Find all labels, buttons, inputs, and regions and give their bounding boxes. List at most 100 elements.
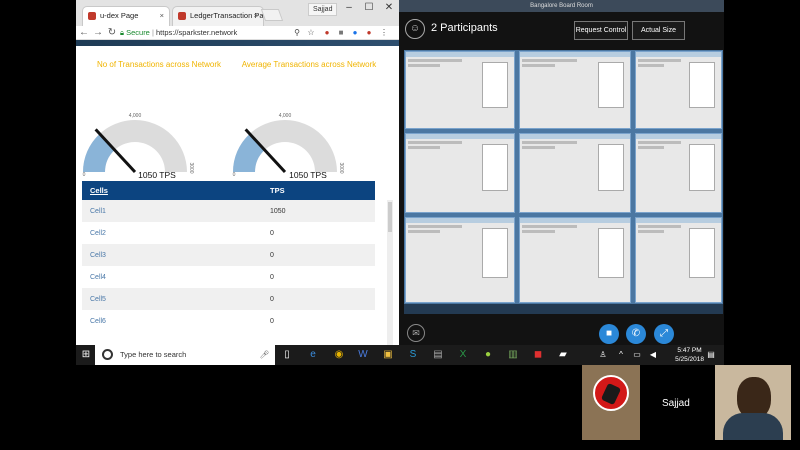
url-text: https://sparkster.network (156, 28, 238, 37)
reload-icon[interactable]: ↻ (106, 26, 118, 40)
close-tab-icon[interactable]: × (254, 7, 258, 25)
meeting-window: Bangalore Board Room ☺ 2 Participants Re… (399, 0, 724, 345)
chevron-up-icon[interactable]: ^ (614, 348, 628, 362)
scrollbar[interactable] (387, 200, 393, 345)
clock-date: 5/25/2018 (675, 356, 704, 363)
table-row[interactable]: Cell6 0 (82, 310, 375, 332)
address-bar[interactable]: 🔒︎ Secure | https://sparkster.network (120, 27, 290, 39)
windows-start-icon[interactable]: ⊞ (79, 348, 93, 362)
microphone-icon[interactable]: 🎤︎ (259, 345, 269, 365)
actual-size-button[interactable]: Actual Size (632, 21, 685, 40)
app-icon[interactable]: ▰ (556, 348, 570, 362)
taskbar: ⊞ Type here to search 🎤︎ ▯ e ◉ W ▣ S ▤ X… (76, 345, 724, 365)
cell-tps: 0 (270, 273, 274, 281)
table-header-row: Cells TPS (82, 181, 375, 200)
cell-name: Cell6 (90, 317, 106, 325)
skype-icon[interactable]: S (406, 348, 420, 362)
task-view-icon[interactable]: ▯ (280, 348, 294, 362)
clock-time: 5:47 PM (677, 347, 702, 354)
column-header-tps[interactable]: TPS (262, 181, 375, 200)
room-title: Bangalore Board Room (399, 0, 724, 12)
word-icon[interactable]: W (356, 348, 370, 362)
phone-button[interactable]: ✆ (626, 324, 646, 344)
shared-taskbar (404, 304, 723, 314)
shared-app-window (635, 51, 722, 129)
extension-icon[interactable]: ■ (336, 28, 346, 38)
chat-icon[interactable]: ✉ (407, 324, 425, 342)
extension-icon[interactable]: ● (322, 28, 332, 38)
scrollbar-thumb[interactable] (388, 202, 392, 232)
gauge-max-label: 4,000 (129, 113, 142, 119)
people-icon[interactable]: ♙ (596, 348, 610, 362)
cell-tps: 1050 (262, 200, 375, 222)
extension-icon[interactable]: ● (350, 28, 360, 38)
participants-icon[interactable]: ☺ (405, 19, 425, 39)
close-window-button[interactable]: ✕ (379, 2, 399, 13)
app-icon[interactable]: ▤ (431, 348, 445, 362)
minimize-button[interactable]: – (339, 2, 359, 13)
close-tab-icon[interactable]: × (160, 7, 164, 25)
cells-table: Cells TPS Cell1 1050 Cell2 0 Cell3 0 Cell4 0 Cel… (82, 181, 375, 332)
secure-label: Secure (126, 28, 150, 37)
notification-icon[interactable]: ▤ (704, 348, 718, 362)
search-placeholder: Type here to search (120, 350, 187, 359)
app-icon[interactable]: ● (481, 348, 495, 362)
column-header-cells[interactable]: Cells (82, 181, 262, 200)
gauge-min-label: 0 (233, 172, 236, 176)
tab-udex[interactable]: u-dex Page × (82, 6, 170, 26)
chrome-icon[interactable]: ◉ (332, 348, 346, 362)
video-camera-button[interactable]: ■ (599, 324, 619, 344)
cell-name: Cell2 (90, 229, 106, 237)
battery-icon[interactable]: ▭ (630, 348, 644, 362)
address-bar-row: ← → ↻ 🔒︎ Secure | https://sparkster.netw… (76, 26, 399, 40)
table-row[interactable]: Cell1 1050 (82, 200, 375, 222)
tab-label: u-dex Page (100, 11, 139, 20)
excel-icon[interactable]: X (456, 348, 470, 362)
cell-tps: 0 (262, 244, 375, 266)
shared-app-window (635, 133, 722, 213)
table-row[interactable]: Cell3 0 (82, 244, 375, 266)
remote-video-tile (715, 365, 791, 440)
file-explorer-icon[interactable]: ▣ (381, 348, 395, 362)
gauge-tps-label: 1050 TPS (138, 170, 176, 180)
logo-icon (593, 375, 629, 411)
cell-name: Cell4 (90, 273, 106, 281)
remote-participant-name: Sajjad (662, 398, 690, 409)
participants-count: 2 Participants (431, 22, 498, 34)
table-row[interactable]: Cell5 0 (82, 288, 375, 310)
gauge-tps-label: 1050 TPS (289, 170, 327, 180)
menu-icon[interactable]: ⋮ (379, 28, 389, 38)
shared-app-window (635, 217, 722, 303)
request-control-button[interactable]: Request Control (574, 21, 628, 40)
cortana-icon (102, 349, 113, 360)
taskbar-search[interactable]: Type here to search 🎤︎ (95, 345, 275, 365)
table-row[interactable]: Cell4 0 (82, 266, 375, 288)
gauge-charts: No of Transactions across Network Averag… (76, 46, 399, 176)
cell-tps: 0 (270, 229, 274, 237)
app-icon[interactable]: ◼ (531, 348, 545, 362)
cell-name: Cell3 (82, 244, 262, 266)
search-icon[interactable]: ⚲ (292, 28, 302, 38)
favicon-icon (178, 12, 186, 20)
profile-name[interactable]: Sajjad (308, 3, 338, 16)
participant-body (723, 413, 783, 440)
shared-app-window (519, 217, 631, 303)
system-clock[interactable]: 5:47 PM 5/25/2018 (675, 346, 704, 364)
cell-name: Cell5 (82, 288, 262, 310)
table-row[interactable]: Cell2 0 (82, 222, 375, 244)
tab-ledger[interactable]: LedgerTransaction Page × (172, 6, 264, 26)
star-icon[interactable]: ☆ (306, 28, 316, 38)
volume-icon[interactable]: ◀ (646, 348, 660, 362)
extension-icon[interactable]: ● (364, 28, 374, 38)
maximize-button[interactable]: ☐ (359, 2, 379, 13)
browser-window: u-dex Page × LedgerTransaction Page × Sa… (76, 0, 399, 345)
share-screen-button[interactable]: ⤢ (654, 324, 674, 344)
app-icon[interactable]: ▥ (506, 348, 520, 362)
edge-icon[interactable]: e (306, 348, 320, 362)
shared-screen[interactable] (404, 50, 723, 314)
forward-arrow-icon[interactable]: → (92, 26, 104, 40)
self-video-tile (582, 365, 640, 440)
tab-bar: u-dex Page × LedgerTransaction Page × Sa… (76, 0, 399, 26)
back-arrow-icon[interactable]: ← (78, 26, 90, 40)
new-tab-button[interactable] (260, 9, 284, 21)
